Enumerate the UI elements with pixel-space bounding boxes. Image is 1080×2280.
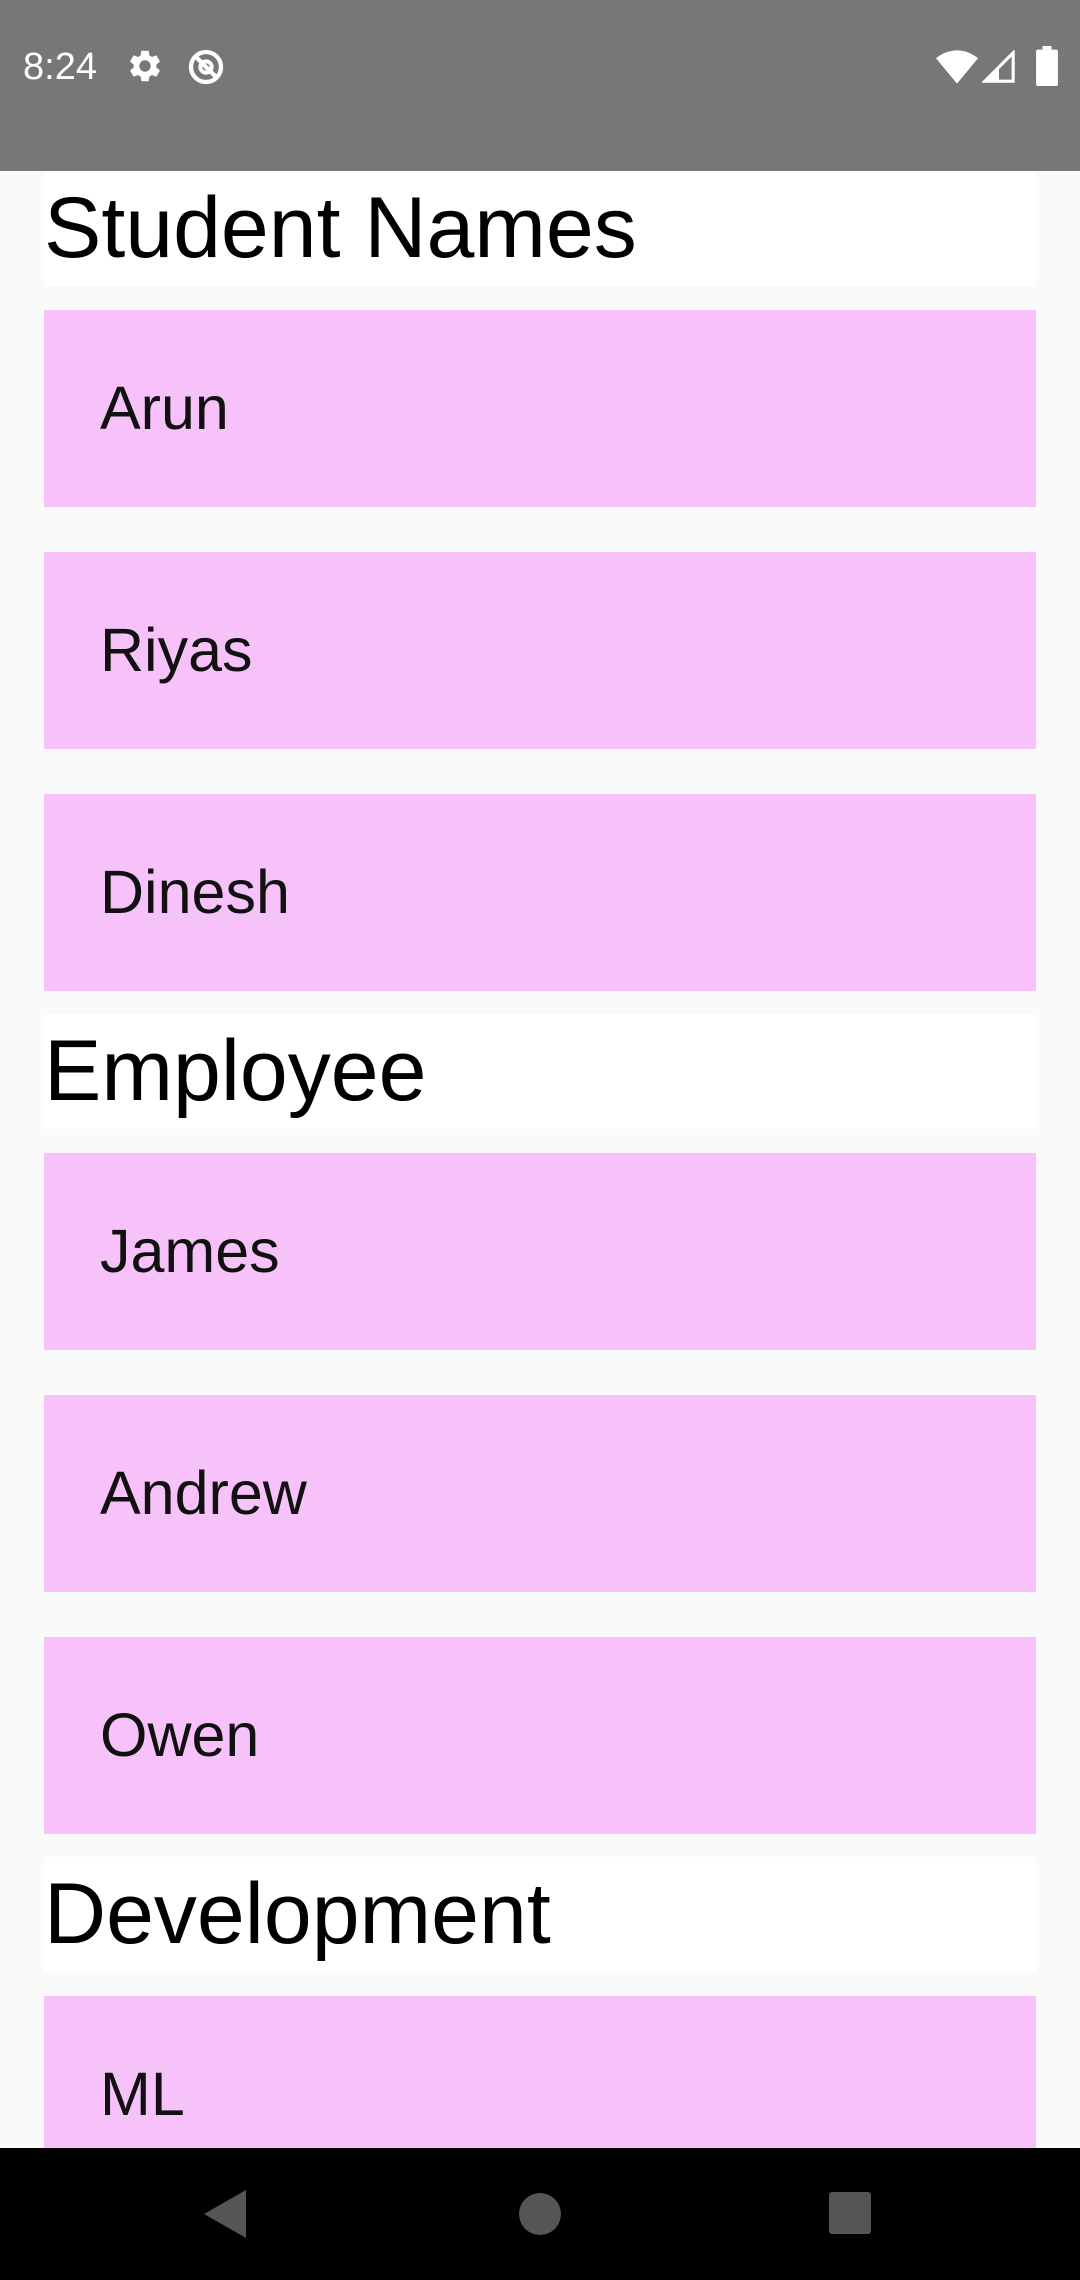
- status-time: 8:24: [23, 46, 97, 88]
- navigation-bar: [0, 2148, 1080, 2280]
- cellular-signal-icon: [982, 50, 1015, 83]
- list-item-james[interactable]: James: [44, 1153, 1036, 1350]
- home-icon[interactable]: [518, 2192, 562, 2236]
- section-header-development: Development: [44, 1857, 1036, 1972]
- recents-icon[interactable]: [829, 2192, 871, 2234]
- list-item-riyas[interactable]: Riyas: [44, 552, 1036, 749]
- list-item-andrew[interactable]: Andrew: [44, 1395, 1036, 1592]
- no-sync-icon: [188, 49, 224, 85]
- list-item-label: Dinesh: [100, 858, 290, 926]
- list-item-label: Andrew: [100, 1459, 307, 1527]
- section-header-student-names: Student Names: [44, 171, 1036, 286]
- battery-icon: [1036, 46, 1058, 86]
- section-header-employee: Employee: [44, 1014, 1036, 1129]
- list-item-dinesh[interactable]: Dinesh: [44, 794, 1036, 991]
- list-item-ml[interactable]: ML: [44, 1996, 1036, 2148]
- list-item-owen[interactable]: Owen: [44, 1637, 1036, 1834]
- status-bar: 8:24: [0, 0, 1080, 171]
- list-item-arun[interactable]: Arun: [44, 310, 1036, 507]
- list-container[interactable]: Student Names Arun Riyas Dinesh Employee…: [0, 171, 1080, 2148]
- list-item-label: James: [100, 1217, 280, 1285]
- wifi-icon: [936, 50, 978, 84]
- gear-icon: [130, 50, 160, 82]
- list-item-label: Riyas: [100, 616, 253, 684]
- back-icon[interactable]: [200, 2187, 250, 2241]
- list-item-label: Arun: [100, 374, 229, 442]
- list-item-label: ML: [100, 2060, 185, 2128]
- list-item-label: Owen: [100, 1701, 260, 1769]
